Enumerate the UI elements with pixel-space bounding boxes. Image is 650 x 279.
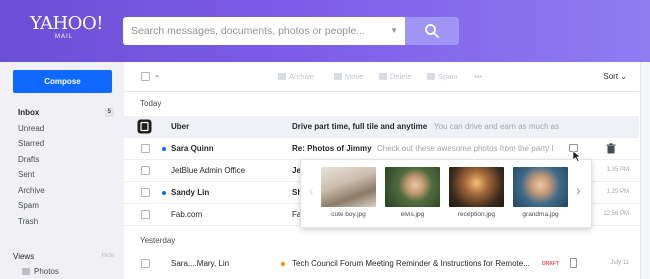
section-today: Today [140,99,162,108]
message-sender: Uber [171,122,190,131]
folder-icon [334,73,342,80]
folder-spam[interactable]: Spam [18,198,114,214]
chevron-left-icon[interactable]: ‹ [309,182,314,198]
document-icon[interactable] [570,258,577,268]
message-sender: Sara....Mary, Lin [171,259,230,268]
unread-dot [162,147,166,151]
logo-subtext: MAIL [54,34,73,40]
mouse-cursor-icon [572,150,582,162]
folder-label: Inbox [18,108,40,117]
folder-starred[interactable]: Starred [18,136,114,152]
delete-button[interactable]: Delete [379,72,412,81]
views-header: Views Hide [13,252,114,261]
folder-inbox[interactable]: Inbox 5 [18,105,114,121]
select-chevron-down-icon[interactable]: ⌄ [154,71,160,79]
archive-button[interactable]: Archive [278,72,314,81]
sort-label: Sort [603,72,619,81]
trash-icon [379,73,387,80]
sort-dropdown[interactable]: Sort ⌄ [603,72,627,81]
sidebar: Compose Inbox 5 Unread Starred Drafts Se… [0,62,124,279]
message-checkbox[interactable] [141,144,150,153]
message-subject: Drive part time, full tile and anytime [292,122,428,131]
folder-list: Inbox 5 Unread Starred Drafts Sent Archi… [18,105,114,229]
yahoo-mail-logo[interactable]: YAHOO! MAIL [30,13,103,41]
message-row[interactable]: Sara Quinn Re: Photos of Jimmy Check out… [124,138,639,159]
unread-count-badge: 5 [104,108,114,117]
move-button[interactable]: Move [334,72,363,81]
trash-icon[interactable] [606,143,616,154]
search-box: ▼ [123,17,405,45]
message-time: July 11 [610,260,629,266]
delete-label: Delete [390,72,412,81]
attachment-thumbnail[interactable] [513,167,568,207]
view-label: Photos [34,267,59,276]
view-photos[interactable]: Photos [22,267,59,276]
archive-icon [278,73,286,80]
attachment-thumbnail[interactable] [321,167,376,207]
folder-drafts[interactable]: Drafts [18,152,114,168]
message-time: 1:25 PM [606,189,629,195]
folder-archive[interactable]: Archive [18,183,114,199]
message-sender: Sara Quinn [171,144,214,153]
message-subject: Tech Council Forum Meeting Reminder & In… [292,259,530,268]
message-row[interactable]: Uber Drive part time, full tile and anyt… [124,116,639,137]
section-yesterday: Yesterday [140,236,176,245]
views-hide-link[interactable]: Hide [102,253,114,259]
scrollbar[interactable] [640,62,650,279]
message-toolbar: ⌄ Archive Move Delete Spam ••• Sort ⌄ [124,62,639,92]
message-sender: Sandy Lin [171,188,210,197]
chevron-right-icon[interactable]: › [576,182,581,198]
message-checkbox[interactable] [141,166,150,175]
folder-unread[interactable]: Unread [18,121,114,137]
attachment-name: elvis.jpg [400,211,425,218]
search-options-chevron-icon[interactable]: ▼ [390,26,398,35]
shield-icon [427,73,435,80]
message-checkbox[interactable] [141,259,150,268]
chevron-down-icon: ⌄ [620,72,627,81]
message-preview: Check out these awesome photos from the … [377,144,554,153]
message-checkbox[interactable] [141,188,150,197]
spam-button[interactable]: Spam [427,72,458,81]
archive-label: Archive [289,72,315,81]
move-label: Move [345,72,364,81]
views-label: Views [13,252,35,261]
message-time: 12:56 PM [603,211,629,217]
attachment-thumbnail[interactable] [449,167,504,207]
message-subject: Re: Photos of Jimmy [292,144,372,153]
attachment-name: grandma.jpg [522,211,559,218]
more-button[interactable]: ••• [474,72,482,81]
app-header: YAHOO! MAIL ▼ [0,0,650,62]
search-icon [425,24,439,38]
attachment-name: reception.jpg [457,211,496,218]
message-sender: JetBlue Admin Office [171,166,246,175]
message-time: 1:35 PM [606,167,629,173]
compose-button[interactable]: Compose [13,70,112,93]
folder-sent[interactable]: Sent [18,167,114,183]
message-checkbox[interactable] [141,210,150,219]
message-sender: Fab.com [171,210,203,219]
search-input[interactable] [123,17,385,45]
attachment-thumbnail[interactable] [385,167,440,207]
folder-trash[interactable]: Trash [18,214,114,230]
priority-dot [281,262,285,266]
uber-avatar-icon [137,119,152,134]
attachment-preview-popup: ‹ cute boy.jpg elvis.jpg reception.jpg g… [300,159,592,228]
attachment-name: cute boy.jpg [331,211,366,218]
select-all-checkbox[interactable] [141,72,150,81]
logo-text: YAHOO! [30,13,103,34]
photos-icon [22,268,30,276]
message-row[interactable]: Sara....Mary, Lin Tech Council Forum Mee… [124,253,639,274]
spam-label: Spam [438,72,458,81]
unread-dot [162,191,166,195]
search-button[interactable] [405,17,459,45]
draft-badge: DRAFT [542,261,559,267]
message-preview: You can drive and earn as much as [434,122,560,131]
